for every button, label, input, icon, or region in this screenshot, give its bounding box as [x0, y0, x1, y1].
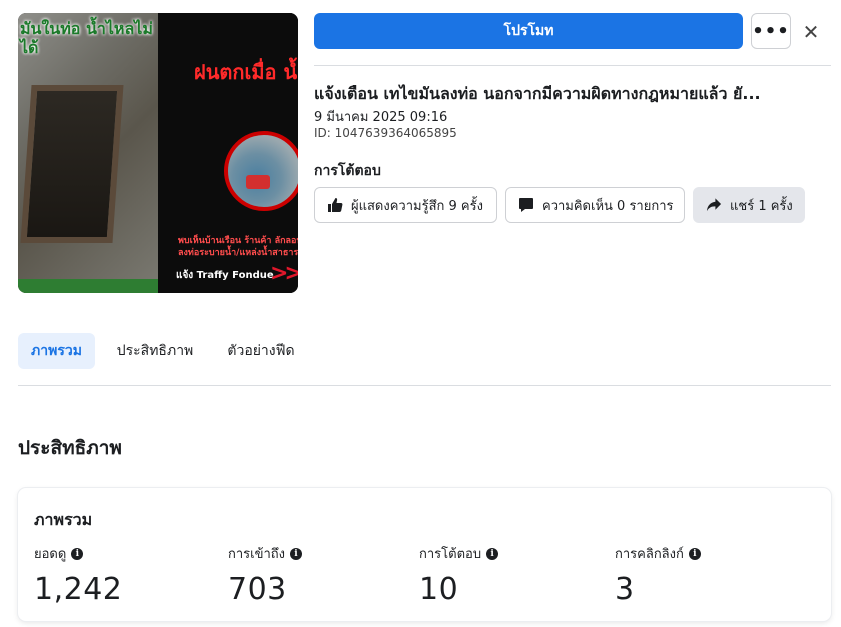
thumbnail-brand: แจ้ง Traffy Fondue: [176, 270, 274, 281]
promote-button[interactable]: โปรโมท: [314, 13, 743, 49]
thumbnail-dark-panel: ฝนตกเมื่อ น้ำท่วม พบเห็นบ้านเรือน ร้านค้…: [158, 13, 298, 293]
metric-link-clicks-label: การคลิกลิงก์: [615, 547, 684, 562]
metric-views-value: 1,242: [34, 572, 123, 607]
thumbnail-drain-photo: มันในท่อ น้ำไหลไม่ได้: [18, 13, 158, 293]
thumbnail-arrows: >>>: [270, 261, 298, 286]
metric-reach-label: การเข้าถึง: [228, 547, 286, 562]
performance-heading: ประสิทธิภาพ: [18, 437, 122, 459]
thumbnail-caption-line1: พบเห็นบ้านเรือน ร้านค้า ลักลอบทิ้งน้ำ: [178, 236, 298, 246]
metric-views-label: ยอดดู: [34, 547, 67, 562]
header-divider: [314, 65, 831, 66]
metric-link-clicks: การคลิกลิงก์ i 3: [615, 543, 701, 607]
comment-icon: [518, 197, 534, 213]
flood-photo-circle: [224, 131, 298, 211]
metric-views: ยอดดู i 1,242: [34, 543, 122, 607]
metric-engagement-label: การโต้ตอบ: [419, 547, 482, 562]
comments-label: ความคิดเห็น 0 รายการ: [542, 198, 674, 214]
overview-card: ภาพรวม ยอดดู i 1,242 การเข้าถึง i 703 กา…: [18, 488, 831, 621]
metric-link-clicks-value: 3: [615, 572, 635, 607]
shares-button[interactable]: แชร์ 1 ครั้ง: [693, 187, 805, 223]
post-id: ID: 1047639364065895: [314, 126, 457, 140]
thumbs-up-icon: [327, 197, 343, 213]
tab-performance[interactable]: ประสิทธิภาพ: [105, 333, 205, 369]
thumbnail-caption-line2: ลงท่อระบายน้ำ/แหล่งน้ำสาธารณะ: [178, 248, 298, 258]
boat-graphic: [246, 175, 270, 189]
metric-reach-value: 703: [228, 572, 287, 607]
more-options-button[interactable]: •••: [751, 13, 791, 49]
metric-engagement-value: 10: [419, 572, 459, 607]
reactions-button[interactable]: ผู้แสดงความรู้สึก 9 ครั้ง: [314, 187, 497, 223]
tab-feed-preview[interactable]: ตัวอย่างฟีด: [215, 333, 307, 369]
engagement-heading: การโต้ตอบ: [314, 163, 381, 179]
overview-card-title: ภาพรวม: [34, 510, 93, 529]
drain-hole-graphic: [20, 85, 124, 243]
tabs-divider: [18, 385, 831, 386]
post-title: แจ้งเตือน เทไขมันลงท่อ นอกจากมีความผิดทา…: [314, 84, 761, 103]
share-arrow-icon: [706, 197, 722, 213]
close-icon: ✕: [802, 20, 820, 44]
info-icon[interactable]: i: [486, 547, 499, 560]
metric-engagement: การโต้ตอบ i 10: [419, 543, 499, 607]
comments-button[interactable]: ความคิดเห็น 0 รายการ: [505, 187, 685, 223]
grass-strip: [18, 279, 158, 293]
tab-overview[interactable]: ภาพรวม: [18, 333, 95, 369]
info-icon[interactable]: i: [688, 547, 701, 560]
metric-reach: การเข้าถึง i 703: [228, 543, 303, 607]
thumbnail-headline: ฝนตกเมื่อ น้ำท่วม: [194, 60, 298, 84]
info-icon[interactable]: i: [71, 547, 84, 560]
info-icon[interactable]: i: [290, 547, 303, 560]
thumbnail-caption: พบเห็นบ้านเรือน ร้านค้า ลักลอบทิ้งน้ำ ลง…: [178, 235, 298, 259]
more-icon: •••: [752, 20, 790, 42]
close-button[interactable]: ✕: [797, 18, 825, 46]
post-date: 9 มีนาคม 2025 09:16: [314, 110, 448, 125]
post-thumbnail[interactable]: มันในท่อ น้ำไหลไม่ได้ ฝนตกเมื่อ น้ำท่วม …: [18, 13, 298, 293]
reactions-label: ผู้แสดงความรู้สึก 9 ครั้ง: [351, 198, 483, 214]
shares-label: แชร์ 1 ครั้ง: [730, 198, 793, 214]
thumbnail-top-text: มันในท่อ น้ำไหลไม่ได้: [20, 19, 153, 57]
